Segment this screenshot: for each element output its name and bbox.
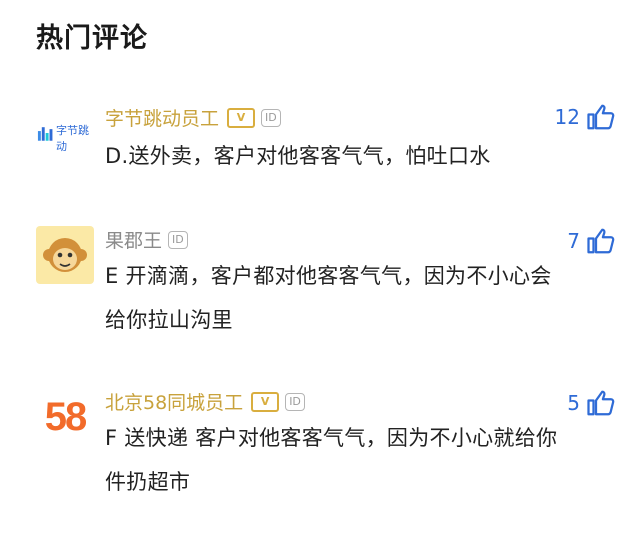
- like-button[interactable]: 7: [567, 226, 616, 256]
- id-badge-icon: ID: [285, 392, 305, 411]
- id-badge-icon: ID: [261, 108, 281, 127]
- monkey-avatar-icon: [43, 238, 87, 272]
- like-button[interactable]: 12: [555, 102, 616, 132]
- like-count: 5: [567, 391, 580, 415]
- username[interactable]: 北京58同城员工 V ID: [105, 388, 305, 415]
- thumbs-up-icon: [587, 390, 615, 416]
- comment-text: F 送快递 客户对他客客气气，因为不小心就给你件扔超市: [105, 426, 558, 494]
- thumbs-up-icon: [587, 104, 615, 130]
- like-button[interactable]: 5: [567, 388, 616, 418]
- username-text: 字节跳动员工: [105, 108, 220, 130]
- avatar-58-logo-icon: 58: [44, 394, 87, 439]
- section-title: 热门评论: [36, 23, 148, 54]
- id-badge-icon: ID: [168, 230, 188, 249]
- comment-text: E 开滴滴，客户都对他客客气气，因为不小心会给你拉山沟里: [105, 264, 552, 332]
- like-count: 12: [554, 105, 580, 129]
- avatar[interactable]: 58: [36, 388, 94, 446]
- username[interactable]: 果郡王 ID: [105, 226, 188, 253]
- avatar[interactable]: 字节跳动: [36, 104, 94, 162]
- username-text: 果郡王: [105, 230, 163, 252]
- verified-badge-icon: V: [251, 391, 280, 412]
- comment-text: D.送外卖，客户对他客客气气，怕吐口水: [105, 144, 491, 168]
- username-text: 北京58同城员工: [105, 392, 244, 414]
- username[interactable]: 字节跳动员工 V ID: [105, 104, 281, 131]
- verified-badge-icon: V: [227, 107, 256, 128]
- avatar-text: 字节跳动: [56, 124, 89, 153]
- like-count: 7: [567, 229, 580, 253]
- avatar[interactable]: [36, 226, 94, 284]
- thumbs-up-icon: [587, 228, 615, 254]
